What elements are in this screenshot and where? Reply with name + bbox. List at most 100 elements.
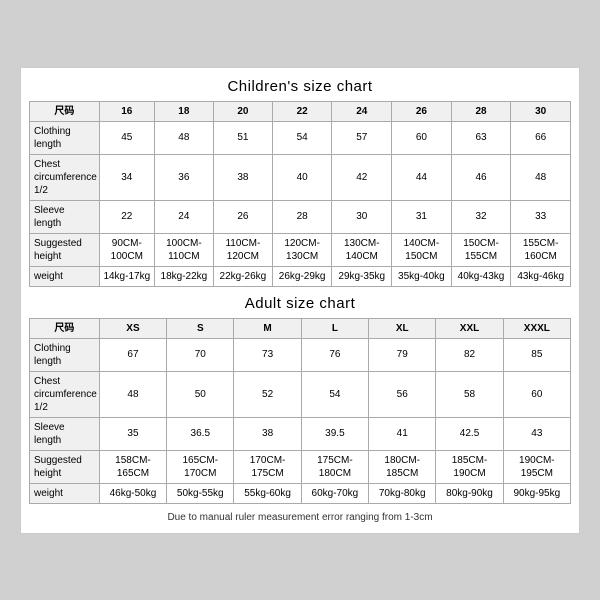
cell-value: 70 bbox=[167, 338, 234, 371]
cell-value: 66 bbox=[511, 121, 571, 154]
cell-value: 60 bbox=[392, 121, 452, 154]
table-row: Clothing length4548515457606366 bbox=[30, 121, 571, 154]
cell-value: 85 bbox=[503, 338, 570, 371]
adult-header-row: 尺码XSSMLXLXXLXXXL bbox=[30, 318, 571, 338]
table-row: weight46kg-50kg50kg-55kg55kg-60kg60kg-70… bbox=[30, 483, 571, 503]
column-header: M bbox=[234, 318, 301, 338]
cell-value: 54 bbox=[301, 371, 368, 417]
cell-value: 34 bbox=[99, 154, 154, 200]
row-label: Sleeve length bbox=[30, 200, 100, 233]
cell-value: 22 bbox=[99, 200, 154, 233]
cell-value: 48 bbox=[511, 154, 571, 200]
row-label: Clothing length bbox=[30, 121, 100, 154]
cell-value: 79 bbox=[369, 338, 436, 371]
cell-value: 150CM-155CM bbox=[451, 233, 511, 266]
cell-value: 28 bbox=[272, 200, 332, 233]
column-header: XXL bbox=[436, 318, 503, 338]
adult-chart-title: Adult size chart bbox=[29, 295, 571, 312]
row-label: Chest circumference 1/2 bbox=[30, 371, 100, 417]
cell-value: 130CM-140CM bbox=[332, 233, 392, 266]
footnote: Due to manual ruler measurement error ra… bbox=[29, 512, 571, 523]
row-label: Sleeve length bbox=[30, 417, 100, 450]
column-header: 20 bbox=[213, 101, 272, 121]
cell-value: 40kg-43kg bbox=[451, 266, 511, 286]
cell-value: 35kg-40kg bbox=[392, 266, 452, 286]
column-header: 22 bbox=[272, 101, 332, 121]
cell-value: 51 bbox=[213, 121, 272, 154]
cell-value: 22kg-26kg bbox=[213, 266, 272, 286]
cell-value: 56 bbox=[369, 371, 436, 417]
row-label: Chest circumference 1/2 bbox=[30, 154, 100, 200]
column-header: S bbox=[167, 318, 234, 338]
cell-value: 60kg-70kg bbox=[301, 483, 368, 503]
cell-value: 31 bbox=[392, 200, 452, 233]
cell-value: 82 bbox=[436, 338, 503, 371]
cell-value: 38 bbox=[213, 154, 272, 200]
cell-value: 170CM-175CM bbox=[234, 450, 301, 483]
cell-value: 26 bbox=[213, 200, 272, 233]
cell-value: 52 bbox=[234, 371, 301, 417]
cell-value: 57 bbox=[332, 121, 392, 154]
column-header: 18 bbox=[154, 101, 213, 121]
cell-value: 90kg-95kg bbox=[503, 483, 570, 503]
cell-value: 48 bbox=[99, 371, 166, 417]
children-table: 尺码1618202224262830 Clothing length454851… bbox=[29, 101, 571, 287]
cell-value: 46kg-50kg bbox=[99, 483, 166, 503]
cell-value: 39.5 bbox=[301, 417, 368, 450]
table-row: weight14kg-17kg18kg-22kg22kg-26kg26kg-29… bbox=[30, 266, 571, 286]
column-header: 30 bbox=[511, 101, 571, 121]
cell-value: 42 bbox=[332, 154, 392, 200]
table-row: Chest circumference 1/248505254565860 bbox=[30, 371, 571, 417]
cell-value: 180CM-185CM bbox=[369, 450, 436, 483]
table-row: Clothing length67707376798285 bbox=[30, 338, 571, 371]
cell-value: 63 bbox=[451, 121, 511, 154]
cell-value: 50 bbox=[167, 371, 234, 417]
cell-value: 40 bbox=[272, 154, 332, 200]
cell-value: 46 bbox=[451, 154, 511, 200]
cell-value: 190CM-195CM bbox=[503, 450, 570, 483]
cell-value: 140CM-150CM bbox=[392, 233, 452, 266]
cell-value: 50kg-55kg bbox=[167, 483, 234, 503]
column-header: XL bbox=[369, 318, 436, 338]
row-label: weight bbox=[30, 483, 100, 503]
column-header: XXXL bbox=[503, 318, 570, 338]
row-label: Clothing length bbox=[30, 338, 100, 371]
row-label: weight bbox=[30, 266, 100, 286]
column-header: 尺码 bbox=[30, 101, 100, 121]
children-chart-title: Children's size chart bbox=[29, 78, 571, 95]
row-label: Suggested height bbox=[30, 450, 100, 483]
cell-value: 33 bbox=[511, 200, 571, 233]
column-header: XS bbox=[99, 318, 166, 338]
cell-value: 158CM-165CM bbox=[99, 450, 166, 483]
column-header: 尺码 bbox=[30, 318, 100, 338]
cell-value: 120CM-130CM bbox=[272, 233, 332, 266]
cell-value: 44 bbox=[392, 154, 452, 200]
cell-value: 165CM-170CM bbox=[167, 450, 234, 483]
cell-value: 36 bbox=[154, 154, 213, 200]
cell-value: 110CM-120CM bbox=[213, 233, 272, 266]
cell-value: 36.5 bbox=[167, 417, 234, 450]
cell-value: 185CM-190CM bbox=[436, 450, 503, 483]
cell-value: 48 bbox=[154, 121, 213, 154]
cell-value: 45 bbox=[99, 121, 154, 154]
cell-value: 14kg-17kg bbox=[99, 266, 154, 286]
cell-value: 30 bbox=[332, 200, 392, 233]
cell-value: 90CM-100CM bbox=[99, 233, 154, 266]
table-row: Suggested height158CM-165CM165CM-170CM17… bbox=[30, 450, 571, 483]
cell-value: 32 bbox=[451, 200, 511, 233]
column-header: 26 bbox=[392, 101, 452, 121]
cell-value: 41 bbox=[369, 417, 436, 450]
cell-value: 43 bbox=[503, 417, 570, 450]
cell-value: 70kg-80kg bbox=[369, 483, 436, 503]
row-label: Suggested height bbox=[30, 233, 100, 266]
table-row: Suggested height90CM-100CM100CM-110CM110… bbox=[30, 233, 571, 266]
cell-value: 35 bbox=[99, 417, 166, 450]
chart-container: Children's size chart 尺码1618202224262830… bbox=[20, 67, 580, 534]
cell-value: 73 bbox=[234, 338, 301, 371]
column-header: 24 bbox=[332, 101, 392, 121]
cell-value: 155CM-160CM bbox=[511, 233, 571, 266]
cell-value: 42.5 bbox=[436, 417, 503, 450]
cell-value: 43kg-46kg bbox=[511, 266, 571, 286]
cell-value: 26kg-29kg bbox=[272, 266, 332, 286]
column-header: 16 bbox=[99, 101, 154, 121]
